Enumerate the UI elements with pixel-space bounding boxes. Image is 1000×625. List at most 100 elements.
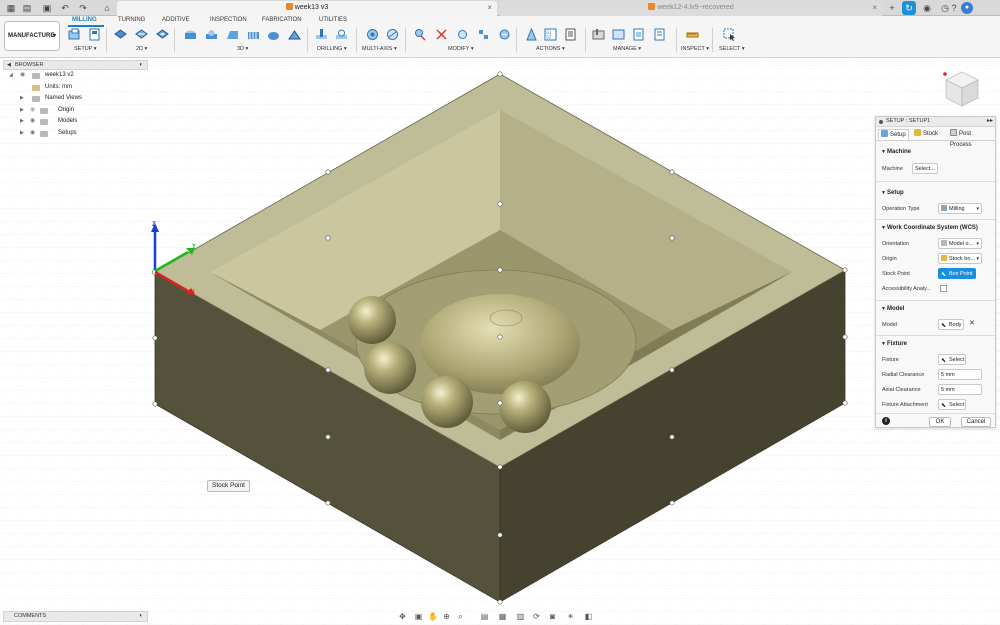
collapse-icon[interactable]: ◀ [7, 61, 11, 69]
measure-icon[interactable] [686, 28, 699, 41]
grid-settings-icon[interactable]: ▦ [498, 612, 507, 621]
simulate-icon[interactable] [525, 28, 538, 41]
section-wcs[interactable]: ▼ Work Coordinate System (WCS) [876, 223, 995, 233]
box-point[interactable] [325, 367, 331, 373]
box-point[interactable] [497, 334, 503, 340]
box-point[interactable] [669, 235, 675, 241]
template-library-icon[interactable] [653, 28, 666, 41]
model-canvas[interactable] [0, 58, 1000, 625]
lighting-icon[interactable]: ☀ [566, 612, 575, 621]
box-point[interactable] [669, 434, 675, 440]
tree-expand-icon[interactable]: ▶ [20, 105, 24, 117]
zoom-icon[interactable]: ⊕ [442, 612, 451, 621]
multi-axis-contour-icon[interactable] [386, 28, 399, 41]
box-point[interactable] [497, 464, 503, 470]
select-icon[interactable] [723, 28, 736, 41]
box-point[interactable] [669, 500, 675, 506]
browser-item-document[interactable]: ◢ ◉ week13 v2 [3, 70, 148, 82]
parallel-icon[interactable] [247, 28, 260, 41]
tree-expand-icon[interactable]: ◢ [9, 70, 13, 82]
drill-icon[interactable] [315, 28, 328, 41]
tab-post-process[interactable]: Post Process [948, 129, 995, 148]
group-2d[interactable]: 2D ▾ [136, 46, 147, 52]
visibility-icon[interactable]: ◉ [20, 70, 25, 82]
steep-shallow-icon[interactable] [226, 28, 239, 41]
swarf-icon[interactable] [366, 28, 379, 41]
tree-expand-icon[interactable]: ▶ [20, 128, 24, 140]
section-fixture[interactable]: ▼ Fixture [876, 339, 995, 349]
tab-stock[interactable]: Stock [912, 129, 940, 140]
box-point[interactable] [842, 400, 848, 406]
3d-viewport[interactable]: Z Y X ◀ BROWSER ◐ ◢ ◉ week13 v2 Units: m… [0, 58, 1000, 625]
face-icon[interactable] [114, 28, 127, 41]
box-point[interactable] [325, 434, 331, 440]
visibility-icon[interactable]: ◉ [30, 128, 35, 140]
box-point[interactable] [842, 334, 848, 340]
bore-icon[interactable] [335, 28, 348, 41]
workspace-switcher[interactable]: MANUFACTURE ▾ [4, 21, 60, 51]
group-actions[interactable]: ACTIONS ▾ [536, 46, 565, 52]
model-body-selection[interactable]: ⬉ Body [938, 319, 964, 330]
tab-utilities[interactable]: UTILITIES [319, 17, 347, 23]
machine-library-icon[interactable] [612, 28, 625, 41]
close-tab-button[interactable]: × [872, 1, 877, 15]
modify-toolpath-icon[interactable] [414, 28, 427, 41]
new-setup-icon[interactable] [68, 28, 81, 41]
redo-icon[interactable]: ↷ [77, 2, 89, 14]
box-point[interactable] [325, 169, 331, 175]
info-icon[interactable]: i [882, 417, 890, 425]
box-point[interactable] [669, 367, 675, 373]
tree-expand-icon[interactable]: ▶ [20, 93, 24, 105]
visibility-icon[interactable]: ◉ [30, 116, 35, 128]
2d-adaptive-icon[interactable] [135, 28, 148, 41]
save-icon[interactable]: ▣ [41, 2, 53, 14]
file-menu-icon[interactable]: ▤ [21, 2, 33, 14]
box-point[interactable] [842, 267, 848, 273]
group-select[interactable]: SELECT ▾ [719, 46, 745, 52]
display-settings-icon[interactable]: ▤ [480, 612, 489, 621]
post-process-icon[interactable]: G1 G2 [544, 28, 557, 41]
fit-icon[interactable]: ⌕ [456, 612, 465, 621]
box-point[interactable] [497, 400, 503, 406]
transform-icon[interactable] [456, 28, 469, 41]
browser-item-setups[interactable]: ▶ ◉ Setups [3, 128, 148, 140]
box-point[interactable] [497, 532, 503, 538]
box-point[interactable] [497, 71, 503, 77]
comments-bar[interactable]: COMMENTS ◐ [3, 611, 148, 622]
view-cube[interactable] [942, 68, 982, 110]
machine-select-button[interactable]: Select... [912, 163, 938, 174]
new-tab-button[interactable]: + [886, 2, 898, 14]
post-library-icon[interactable] [632, 28, 645, 41]
expand-icon[interactable]: ▸▸ [987, 117, 993, 126]
capture-icon[interactable]: ◙ [548, 612, 557, 621]
viewports-icon[interactable]: ▥ [516, 612, 525, 621]
scallop-icon[interactable] [267, 28, 280, 41]
job-status-icon[interactable]: ◉ [921, 2, 933, 14]
tree-expand-icon[interactable]: ▶ [20, 116, 24, 128]
sync-view-icon[interactable]: ⟳ [532, 612, 541, 621]
ok-button[interactable]: OK [929, 417, 951, 427]
sync-status-icon[interactable]: ↻ [902, 1, 916, 15]
tab-inspection[interactable]: INSPECTION [210, 17, 247, 23]
operation-type-dropdown[interactable]: Milling ▾ [938, 203, 982, 214]
box-point[interactable] [669, 169, 675, 175]
box-point[interactable] [325, 235, 331, 241]
group-setup[interactable]: SETUP ▾ [74, 46, 97, 52]
cancel-button[interactable]: Cancel [961, 417, 991, 427]
box-point[interactable] [497, 599, 503, 605]
origin-dropdown[interactable]: Stock bo... ▾ [938, 253, 982, 264]
document-tab-active[interactable]: week13 v3 × [117, 1, 497, 16]
visibility-off-icon[interactable]: ◉ [30, 105, 35, 117]
tool-library-icon[interactable] [592, 28, 605, 41]
2d-pocket-icon[interactable] [156, 28, 169, 41]
look-at-icon[interactable]: ▣ [414, 612, 423, 621]
group-drilling[interactable]: DRILLING ▾ [317, 46, 347, 52]
accessibility-analysis-checkbox[interactable] [940, 285, 947, 292]
section-model[interactable]: ▼ Model [876, 304, 995, 314]
browser-item-named-views[interactable]: ▶ Named Views [3, 93, 148, 105]
close-tab-button[interactable]: × [487, 1, 492, 15]
box-point[interactable] [152, 401, 158, 407]
setup-sheet-icon[interactable] [88, 28, 101, 41]
browser-header[interactable]: ◀ BROWSER ◐ [3, 60, 148, 70]
section-icon[interactable]: ◧ [584, 612, 593, 621]
